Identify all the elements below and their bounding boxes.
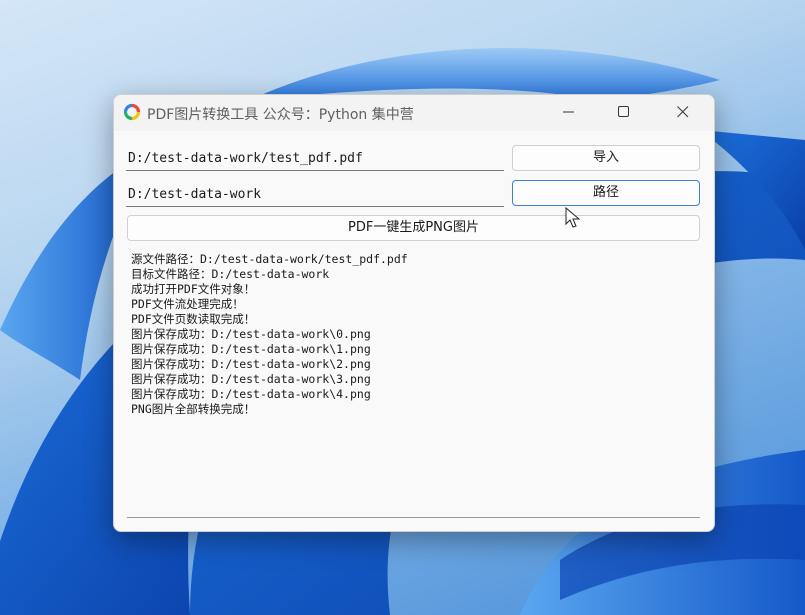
log-line: 图片保存成功：D:/test-data-work\0.png [131,327,371,341]
target-path-input[interactable]: D:/test-data-work [126,183,504,207]
minimize-button[interactable] [546,95,592,129]
log-line: PDF文件流处理完成！ [131,297,244,311]
maximize-button[interactable] [601,95,647,129]
close-button[interactable] [660,95,706,129]
log-output[interactable]: 源文件路径：D:/test-data-work/test_pdf.pdf 目标文… [131,252,691,417]
log-line: 目标文件路径：D:/test-data-work [131,267,330,281]
source-file-input[interactable]: D:/test-data-work/test_pdf.pdf [126,147,504,171]
minimize-icon [563,111,574,113]
desktop-wallpaper: PDF图片转换工具 公众号：Python 集中营 D:/test-data-wo… [0,0,805,615]
log-line: 图片保存成功：D:/test-data-work\2.png [131,357,371,371]
import-button[interactable]: 导入 [512,145,700,171]
log-line: 图片保存成功：D:/test-data-work\3.png [131,372,371,386]
log-line: 源文件路径：D:/test-data-work/test_pdf.pdf [131,252,408,266]
status-divider [127,517,700,518]
log-line: 图片保存成功：D:/test-data-work\1.png [131,342,371,356]
mouse-cursor-icon [565,207,581,228]
maximize-icon [618,106,629,117]
window-title: PDF图片转换工具 公众号：Python 集中营 [147,107,414,123]
title-bar[interactable]: PDF图片转换工具 公众号：Python 集中营 [114,95,714,131]
log-line: PDF文件页数读取完成！ [131,312,256,326]
convert-button[interactable]: PDF一键生成PNG图片 [127,215,700,241]
close-icon [677,106,689,118]
path-button[interactable]: 路径 [512,180,700,206]
app-window: PDF图片转换工具 公众号：Python 集中营 D:/test-data-wo… [113,94,715,532]
log-line: 图片保存成功：D:/test-data-work\4.png [131,387,371,401]
log-line: 成功打开PDF文件对象！ [131,282,256,296]
color-wheel-icon [123,103,141,125]
log-line: PNG图片全部转换完成！ [131,402,256,416]
